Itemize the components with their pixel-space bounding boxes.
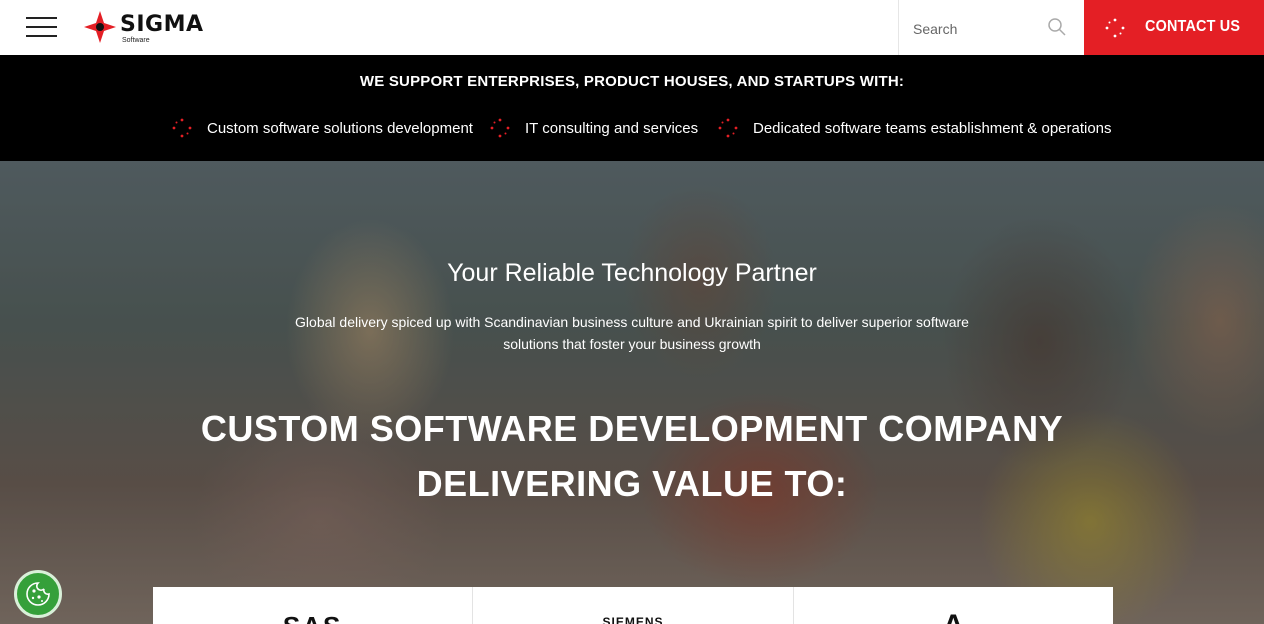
contact-us-button[interactable]: CONTACT US [1084,0,1264,55]
sigma-logo[interactable]: SIGMA Software [82,9,212,47]
cookie-settings-button[interactable] [14,570,62,618]
service-item-label: Custom software solutions development [207,119,473,137]
search-input[interactable] [913,18,1043,40]
client-logo-label: SIEMENS [602,615,664,624]
search-box [898,0,1084,55]
sigma-logo-mark-icon [84,11,116,43]
client-logo-card[interactable]: SAS [153,587,474,624]
client-logo-label: SAS [153,611,472,624]
hero-heading: CUSTOM SOFTWARE DEVELOPMENT COMPANY DELI… [200,408,1064,504]
hero-section: Your Reliable Technology Partner Global … [0,161,1264,624]
client-logo-card[interactable]: A [794,587,1113,624]
service-item: Dedicated software teams establishment &… [717,117,1112,139]
sparkle-icon [1105,18,1125,38]
hero-content: Your Reliable Technology Partner Global … [0,161,1264,624]
contact-us-label: CONTACT US [1145,18,1241,35]
sparkle-icon [490,118,510,138]
hamburger-menu-icon[interactable] [26,17,57,37]
sparkle-icon [172,118,192,138]
service-item-label: Dedicated software teams establishment &… [753,119,1112,137]
logo-subtitle: Software [122,37,150,44]
hero-subtitle: Global delivery spiced up with Scandinav… [295,314,969,352]
cookie-icon [26,582,50,606]
service-item: IT consulting and services [489,117,698,139]
service-item: Custom software solutions development [171,117,473,139]
search-icon[interactable] [1047,17,1067,37]
service-item-label: IT consulting and services [525,119,699,137]
hero-title: Your Reliable Technology Partner [447,259,817,287]
client-logo-card[interactable]: SIEMENS [473,587,794,624]
client-logo-label: A [794,609,1113,624]
services-strip-title: WE SUPPORT ENTERPRISES, PRODUCT HOUSES, … [359,73,905,90]
services-list: Custom software solutions development IT… [0,117,1264,139]
services-strip: WE SUPPORT ENTERPRISES, PRODUCT HOUSES, … [0,55,1264,161]
sparkle-icon [718,118,738,138]
client-logos-row: SAS SIEMENS A [153,587,1113,624]
site-header: SIGMA Software CONTACT US [0,0,1264,55]
logo-wordmark: SIGMA [120,12,204,37]
